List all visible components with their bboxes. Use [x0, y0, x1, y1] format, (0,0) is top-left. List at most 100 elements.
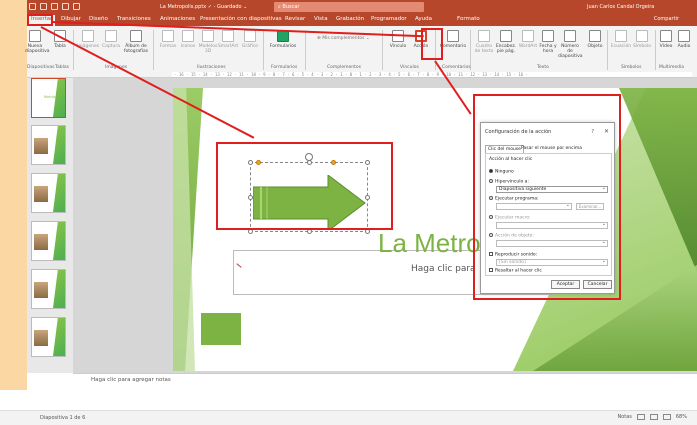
group-multimedia: Multimedia: [659, 65, 685, 70]
slide-thumbnails: 1 Metrópolis 2 3 4 5 6: [27, 78, 73, 373]
tab-programador[interactable]: Programador: [371, 16, 407, 22]
album-icon: [130, 30, 142, 42]
thumbnail-3[interactable]: 3: [31, 173, 66, 213]
customize-icon[interactable]: [73, 3, 80, 10]
beige-frame-left: [0, 0, 27, 390]
group-ilustraciones: Ilustraciones: [197, 65, 226, 70]
tab-diseno[interactable]: Diseño: [89, 16, 108, 22]
thumb-photo: [34, 138, 48, 154]
screenshot-icon: [105, 30, 117, 42]
chart-icon: [244, 30, 256, 42]
new-slide-icon: [29, 30, 41, 42]
share-button[interactable]: Compartir: [654, 16, 679, 22]
thumbnail-6[interactable]: 6: [31, 317, 66, 357]
group-vinculos: Vínculos: [400, 65, 419, 70]
group-diapositivas: Diapositivas: [27, 65, 55, 70]
shapes-icon: [162, 30, 174, 42]
chart-button[interactable]: Gráfico: [239, 30, 261, 49]
tab-revisar[interactable]: Revisar: [285, 16, 305, 22]
status-bar: Diapositiva 1 de 6 Notas 68%: [0, 410, 697, 425]
thumbnail-5[interactable]: 5: [31, 269, 66, 309]
text-box-button[interactable]: Cuadro de texto: [473, 30, 495, 54]
cube-icon: [202, 30, 214, 42]
thumb-photo: [34, 186, 48, 202]
thumbnail-2[interactable]: 2: [31, 125, 66, 165]
photo-album-button[interactable]: Álbum de fotografías: [123, 30, 149, 54]
slide-subtitle[interactable]: Haga clic para: [411, 264, 476, 274]
equation-icon: [615, 30, 627, 42]
omega-icon: [636, 30, 648, 42]
audio-icon: [678, 30, 690, 42]
audio-button[interactable]: Audio: [675, 30, 693, 49]
calendar-icon: [542, 30, 554, 42]
video-button[interactable]: Vídeo: [657, 30, 675, 49]
slide-number-icon: [564, 30, 576, 42]
undo-icon[interactable]: [51, 3, 58, 10]
smartart-button[interactable]: SmartArt: [217, 30, 239, 49]
tab-grabacion[interactable]: Grabación: [336, 16, 364, 22]
symbol-button[interactable]: Símbolo: [631, 30, 653, 49]
notes-pane[interactable]: Haga clic para agregar notas: [73, 373, 697, 390]
redo-icon[interactable]: [62, 3, 69, 10]
forms-button[interactable]: Formularios: [269, 30, 297, 49]
group-texto: Texto: [537, 65, 549, 70]
tab-vista[interactable]: Vista: [314, 16, 328, 22]
video-icon: [660, 30, 672, 42]
tab-ayuda[interactable]: Ayuda: [415, 16, 432, 22]
window-title: La Metropolis.pptx ✓ - Guardado ⌄: [160, 4, 248, 10]
quick-access-toolbar: [29, 3, 80, 10]
slide-sorter-icon[interactable]: [649, 414, 658, 420]
icons-icon: [182, 30, 194, 42]
equation-button[interactable]: Ecuación: [610, 30, 632, 49]
search-box[interactable]: ⌕ Buscar: [274, 2, 424, 12]
wordart-icon: [522, 30, 534, 42]
screenshot-button[interactable]: Captura: [100, 30, 122, 49]
thumbnail-1[interactable]: 1 Metrópolis: [31, 78, 66, 118]
powerpoint-window: La Metropolis.pptx ✓ - Guardado ⌄ ⌕ Busc…: [25, 0, 697, 390]
comment-icon: [447, 30, 459, 42]
user-name[interactable]: Juan Carlos Candal Orgeira: [587, 4, 654, 10]
status-area: Diapositiva 1 de 6 Notas 68%: [0, 390, 697, 425]
group-formularios: Formularios: [271, 65, 298, 70]
save-icon[interactable]: [40, 3, 47, 10]
annotation-box-insert-tab: [27, 14, 53, 26]
notes-toggle[interactable]: Notas: [617, 414, 631, 420]
object-icon: [589, 30, 601, 42]
thumbnail-4[interactable]: 4: [31, 221, 66, 261]
tab-formato[interactable]: Formato: [457, 16, 480, 22]
3d-models-button[interactable]: Modelos 3D: [197, 30, 219, 54]
slide-number-button[interactable]: Número de diapositiva: [558, 30, 583, 59]
zoom-level[interactable]: 68%: [676, 414, 687, 420]
group-simbolos: Símbolos: [621, 65, 642, 70]
tab-animaciones[interactable]: Animaciones: [160, 16, 195, 22]
image-icon: [82, 30, 94, 42]
wordart-button[interactable]: WordArt: [517, 30, 539, 49]
group-complementos: Complementos: [327, 65, 362, 70]
reading-view-icon[interactable]: [662, 414, 671, 420]
normal-view-icon[interactable]: [636, 414, 645, 420]
new-slide-button[interactable]: Nueva diapositiva: [25, 30, 50, 54]
header-footer-icon: [500, 30, 512, 42]
group-comentarios: Comentarios: [442, 65, 471, 70]
my-addins-button[interactable]: ⊕ Mis complementos ⌄: [317, 36, 370, 41]
annotation-box-action-button: [421, 28, 443, 60]
object-button[interactable]: Objeto: [584, 30, 606, 49]
link-button[interactable]: Vínculo: [387, 30, 409, 49]
tab-transiciones[interactable]: Transiciones: [117, 16, 151, 22]
slide-title[interactable]: La Metro: [378, 228, 481, 259]
icons-button[interactable]: Iconos: [177, 30, 199, 49]
annotation-box-arrow: [216, 142, 393, 230]
thumb-photo: [34, 282, 48, 298]
tab-presentacion[interactable]: Presentación con diapositivas: [200, 16, 282, 22]
slide-count: Diapositiva 1 de 6: [40, 415, 86, 421]
textbox-icon: [478, 30, 490, 42]
thumb-photo: [34, 234, 48, 250]
shapes-button[interactable]: Formas: [157, 30, 179, 49]
date-time-button[interactable]: Fecha y hora: [537, 30, 559, 54]
notes-placeholder: Haga clic para agregar notas: [91, 377, 171, 383]
annotation-box-dialog: [473, 94, 621, 300]
comment-button[interactable]: Comentario: [439, 30, 467, 49]
header-footer-button[interactable]: Encabez. pie pág.: [495, 30, 517, 54]
green-square-shape[interactable]: [201, 313, 241, 345]
autosave-icon[interactable]: [29, 3, 36, 10]
